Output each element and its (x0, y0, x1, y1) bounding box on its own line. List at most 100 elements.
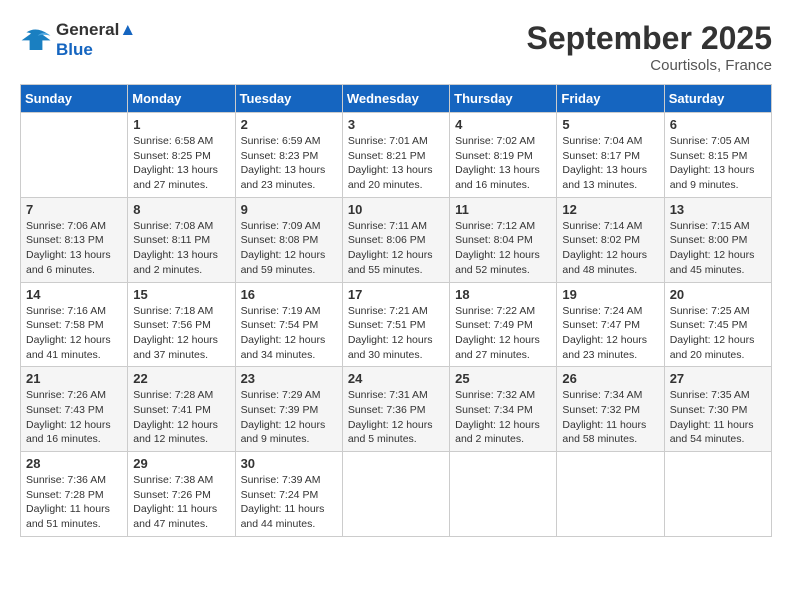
sunrise-text: Sunrise: 7:11 AM (348, 219, 444, 234)
day-number: 20 (670, 287, 766, 302)
calendar-cell: 28Sunrise: 7:36 AMSunset: 7:28 PMDayligh… (21, 452, 128, 537)
sunrise-text: Sunrise: 7:01 AM (348, 134, 444, 149)
sunset-text: Sunset: 8:21 PM (348, 149, 444, 164)
day-number: 16 (241, 287, 337, 302)
daylight-text: Daylight: 11 hours and 51 minutes. (26, 502, 122, 531)
day-number: 6 (670, 117, 766, 132)
calendar-cell: 21Sunrise: 7:26 AMSunset: 7:43 PMDayligh… (21, 367, 128, 452)
sunrise-text: Sunrise: 6:58 AM (133, 134, 229, 149)
calendar-cell: 13 Sunrise: 7:15 AMSunset: 8:00 PMDayligh… (664, 197, 771, 282)
day-number: 10 (348, 202, 444, 217)
col-header-tuesday: Tuesday (235, 85, 342, 113)
sunrise-text: Sunrise: 7:35 AM (670, 388, 766, 403)
sunset-text: Sunset: 7:41 PM (133, 403, 229, 418)
day-number: 15 (133, 287, 229, 302)
calendar-cell: 5Sunrise: 7:04 AMSunset: 8:17 PMDaylight… (557, 113, 664, 198)
day-info: Sunrise: 7:24 AMSunset: 7:47 PMDaylight:… (562, 304, 658, 363)
day-info: Sunrise: 7:05 AMSunset: 8:15 PMDaylight:… (670, 134, 766, 193)
daylight-text: Daylight: 12 hours and 20 minutes. (670, 333, 766, 362)
sunrise-text: Sunrise: 7:05 AM (670, 134, 766, 149)
sunset-text: Sunset: 8:13 PM (26, 233, 122, 248)
sunrise-text: Sunrise: 7:24 AM (562, 304, 658, 319)
sunset-text: Sunset: 7:56 PM (133, 318, 229, 333)
sunset-text: Sunset: 8:04 PM (455, 233, 551, 248)
calendar-cell: 12Sunrise: 7:14 AMSunset: 8:02 PMDayligh… (557, 197, 664, 282)
daylight-text: Daylight: 12 hours and 55 minutes. (348, 248, 444, 277)
sunrise-text: Sunrise: 7:39 AM (241, 473, 337, 488)
calendar-cell (342, 452, 449, 537)
calendar-cell: 1 Sunrise: 6:58 AMSunset: 8:25 PMDaylight… (128, 113, 235, 198)
day-number: 1 (133, 117, 229, 132)
day-info: Sunrise: 6:59 AMSunset: 8:23 PMDaylight:… (241, 134, 337, 193)
daylight-text: Daylight: 13 hours and 16 minutes. (455, 163, 551, 192)
calendar-cell: 23 Sunrise: 7:29 AMSunset: 7:39 PMDayligh… (235, 367, 342, 452)
day-number: 21 (26, 371, 122, 386)
day-number: 23 (241, 371, 337, 386)
day-info: Sunrise: 7:15 AMSunset: 8:00 PMDaylight:… (670, 219, 766, 278)
sunrise-text: Sunrise: 7:06 AM (26, 219, 122, 234)
sunset-text: Sunset: 8:23 PM (241, 149, 337, 164)
location: Courtisols, France (527, 57, 772, 74)
logo-icon (20, 26, 52, 54)
sunset-text: Sunset: 7:30 PM (670, 403, 766, 418)
calendar-cell (450, 452, 557, 537)
calendar-header-row: Sunday Monday Tuesday Wednesday Thursday… (21, 85, 772, 113)
daylight-text: Daylight: 13 hours and 2 minutes. (133, 248, 229, 277)
sunset-text: Sunset: 7:32 PM (562, 403, 658, 418)
calendar-cell (557, 452, 664, 537)
sunset-text: Sunset: 8:15 PM (670, 149, 766, 164)
daylight-text: Daylight: 13 hours and 13 minutes. (562, 163, 658, 192)
day-number: 11 (455, 202, 551, 217)
day-number: 17 (348, 287, 444, 302)
day-info: Sunrise: 7:21 AMSunset: 7:51 PMDaylight:… (348, 304, 444, 363)
logo-text-line2: Blue (56, 40, 136, 60)
daylight-text: Daylight: 12 hours and 34 minutes. (241, 333, 337, 362)
day-info: Sunrise: 7:25 AMSunset: 7:45 PMDaylight:… (670, 304, 766, 363)
calendar-cell: 20 Sunrise: 7:25 AMSunset: 7:45 PMDayligh… (664, 282, 771, 367)
daylight-text: Daylight: 12 hours and 16 minutes. (26, 418, 122, 447)
daylight-text: Daylight: 12 hours and 41 minutes. (26, 333, 122, 362)
sunset-text: Sunset: 7:24 PM (241, 488, 337, 503)
day-number: 22 (133, 371, 229, 386)
daylight-text: Daylight: 12 hours and 37 minutes. (133, 333, 229, 362)
day-info: Sunrise: 7:29 AMSunset: 7:39 PMDaylight:… (241, 388, 337, 447)
day-number: 29 (133, 456, 229, 471)
daylight-text: Daylight: 12 hours and 23 minutes. (562, 333, 658, 362)
calendar-week-row-4: 28Sunrise: 7:36 AMSunset: 7:28 PMDayligh… (21, 452, 772, 537)
daylight-text: Daylight: 11 hours and 58 minutes. (562, 418, 658, 447)
sunrise-text: Sunrise: 7:34 AM (562, 388, 658, 403)
sunrise-text: Sunrise: 7:08 AM (133, 219, 229, 234)
daylight-text: Daylight: 13 hours and 27 minutes. (133, 163, 229, 192)
calendar-cell: 17 Sunrise: 7:21 AMSunset: 7:51 PMDayligh… (342, 282, 449, 367)
daylight-text: Daylight: 12 hours and 2 minutes. (455, 418, 551, 447)
day-info: Sunrise: 7:18 AMSunset: 7:56 PMDaylight:… (133, 304, 229, 363)
month-title: September 2025 (527, 20, 772, 57)
day-info: Sunrise: 7:16 AMSunset: 7:58 PMDaylight:… (26, 304, 122, 363)
day-info: Sunrise: 7:06 AMSunset: 8:13 PMDaylight:… (26, 219, 122, 278)
calendar-week-row-2: 14 Sunrise: 7:16 AMSunset: 7:58 PMDayligh… (21, 282, 772, 367)
day-number: 28 (26, 456, 122, 471)
calendar-cell (664, 452, 771, 537)
daylight-text: Daylight: 12 hours and 45 minutes. (670, 248, 766, 277)
day-number: 24 (348, 371, 444, 386)
daylight-text: Daylight: 11 hours and 47 minutes. (133, 502, 229, 531)
day-info: Sunrise: 7:32 AMSunset: 7:34 PMDaylight:… (455, 388, 551, 447)
calendar-cell: 29 Sunrise: 7:38 AMSunset: 7:26 PMDayligh… (128, 452, 235, 537)
day-number: 5 (562, 117, 658, 132)
sunrise-text: Sunrise: 7:18 AM (133, 304, 229, 319)
day-info: Sunrise: 7:38 AMSunset: 7:26 PMDaylight:… (133, 473, 229, 532)
day-info: Sunrise: 7:31 AMSunset: 7:36 PMDaylight:… (348, 388, 444, 447)
sunrise-text: Sunrise: 7:19 AM (241, 304, 337, 319)
day-number: 12 (562, 202, 658, 217)
day-number: 19 (562, 287, 658, 302)
calendar-week-row-3: 21Sunrise: 7:26 AMSunset: 7:43 PMDayligh… (21, 367, 772, 452)
sunset-text: Sunset: 8:25 PM (133, 149, 229, 164)
day-number: 13 (670, 202, 766, 217)
col-header-wednesday: Wednesday (342, 85, 449, 113)
day-info: Sunrise: 7:22 AMSunset: 7:49 PMDaylight:… (455, 304, 551, 363)
calendar-week-row-1: 7Sunrise: 7:06 AMSunset: 8:13 PMDaylight… (21, 197, 772, 282)
sunrise-text: Sunrise: 7:29 AM (241, 388, 337, 403)
calendar-cell: 9Sunrise: 7:09 AMSunset: 8:08 PMDaylight… (235, 197, 342, 282)
day-number: 14 (26, 287, 122, 302)
calendar-cell: 14 Sunrise: 7:16 AMSunset: 7:58 PMDayligh… (21, 282, 128, 367)
